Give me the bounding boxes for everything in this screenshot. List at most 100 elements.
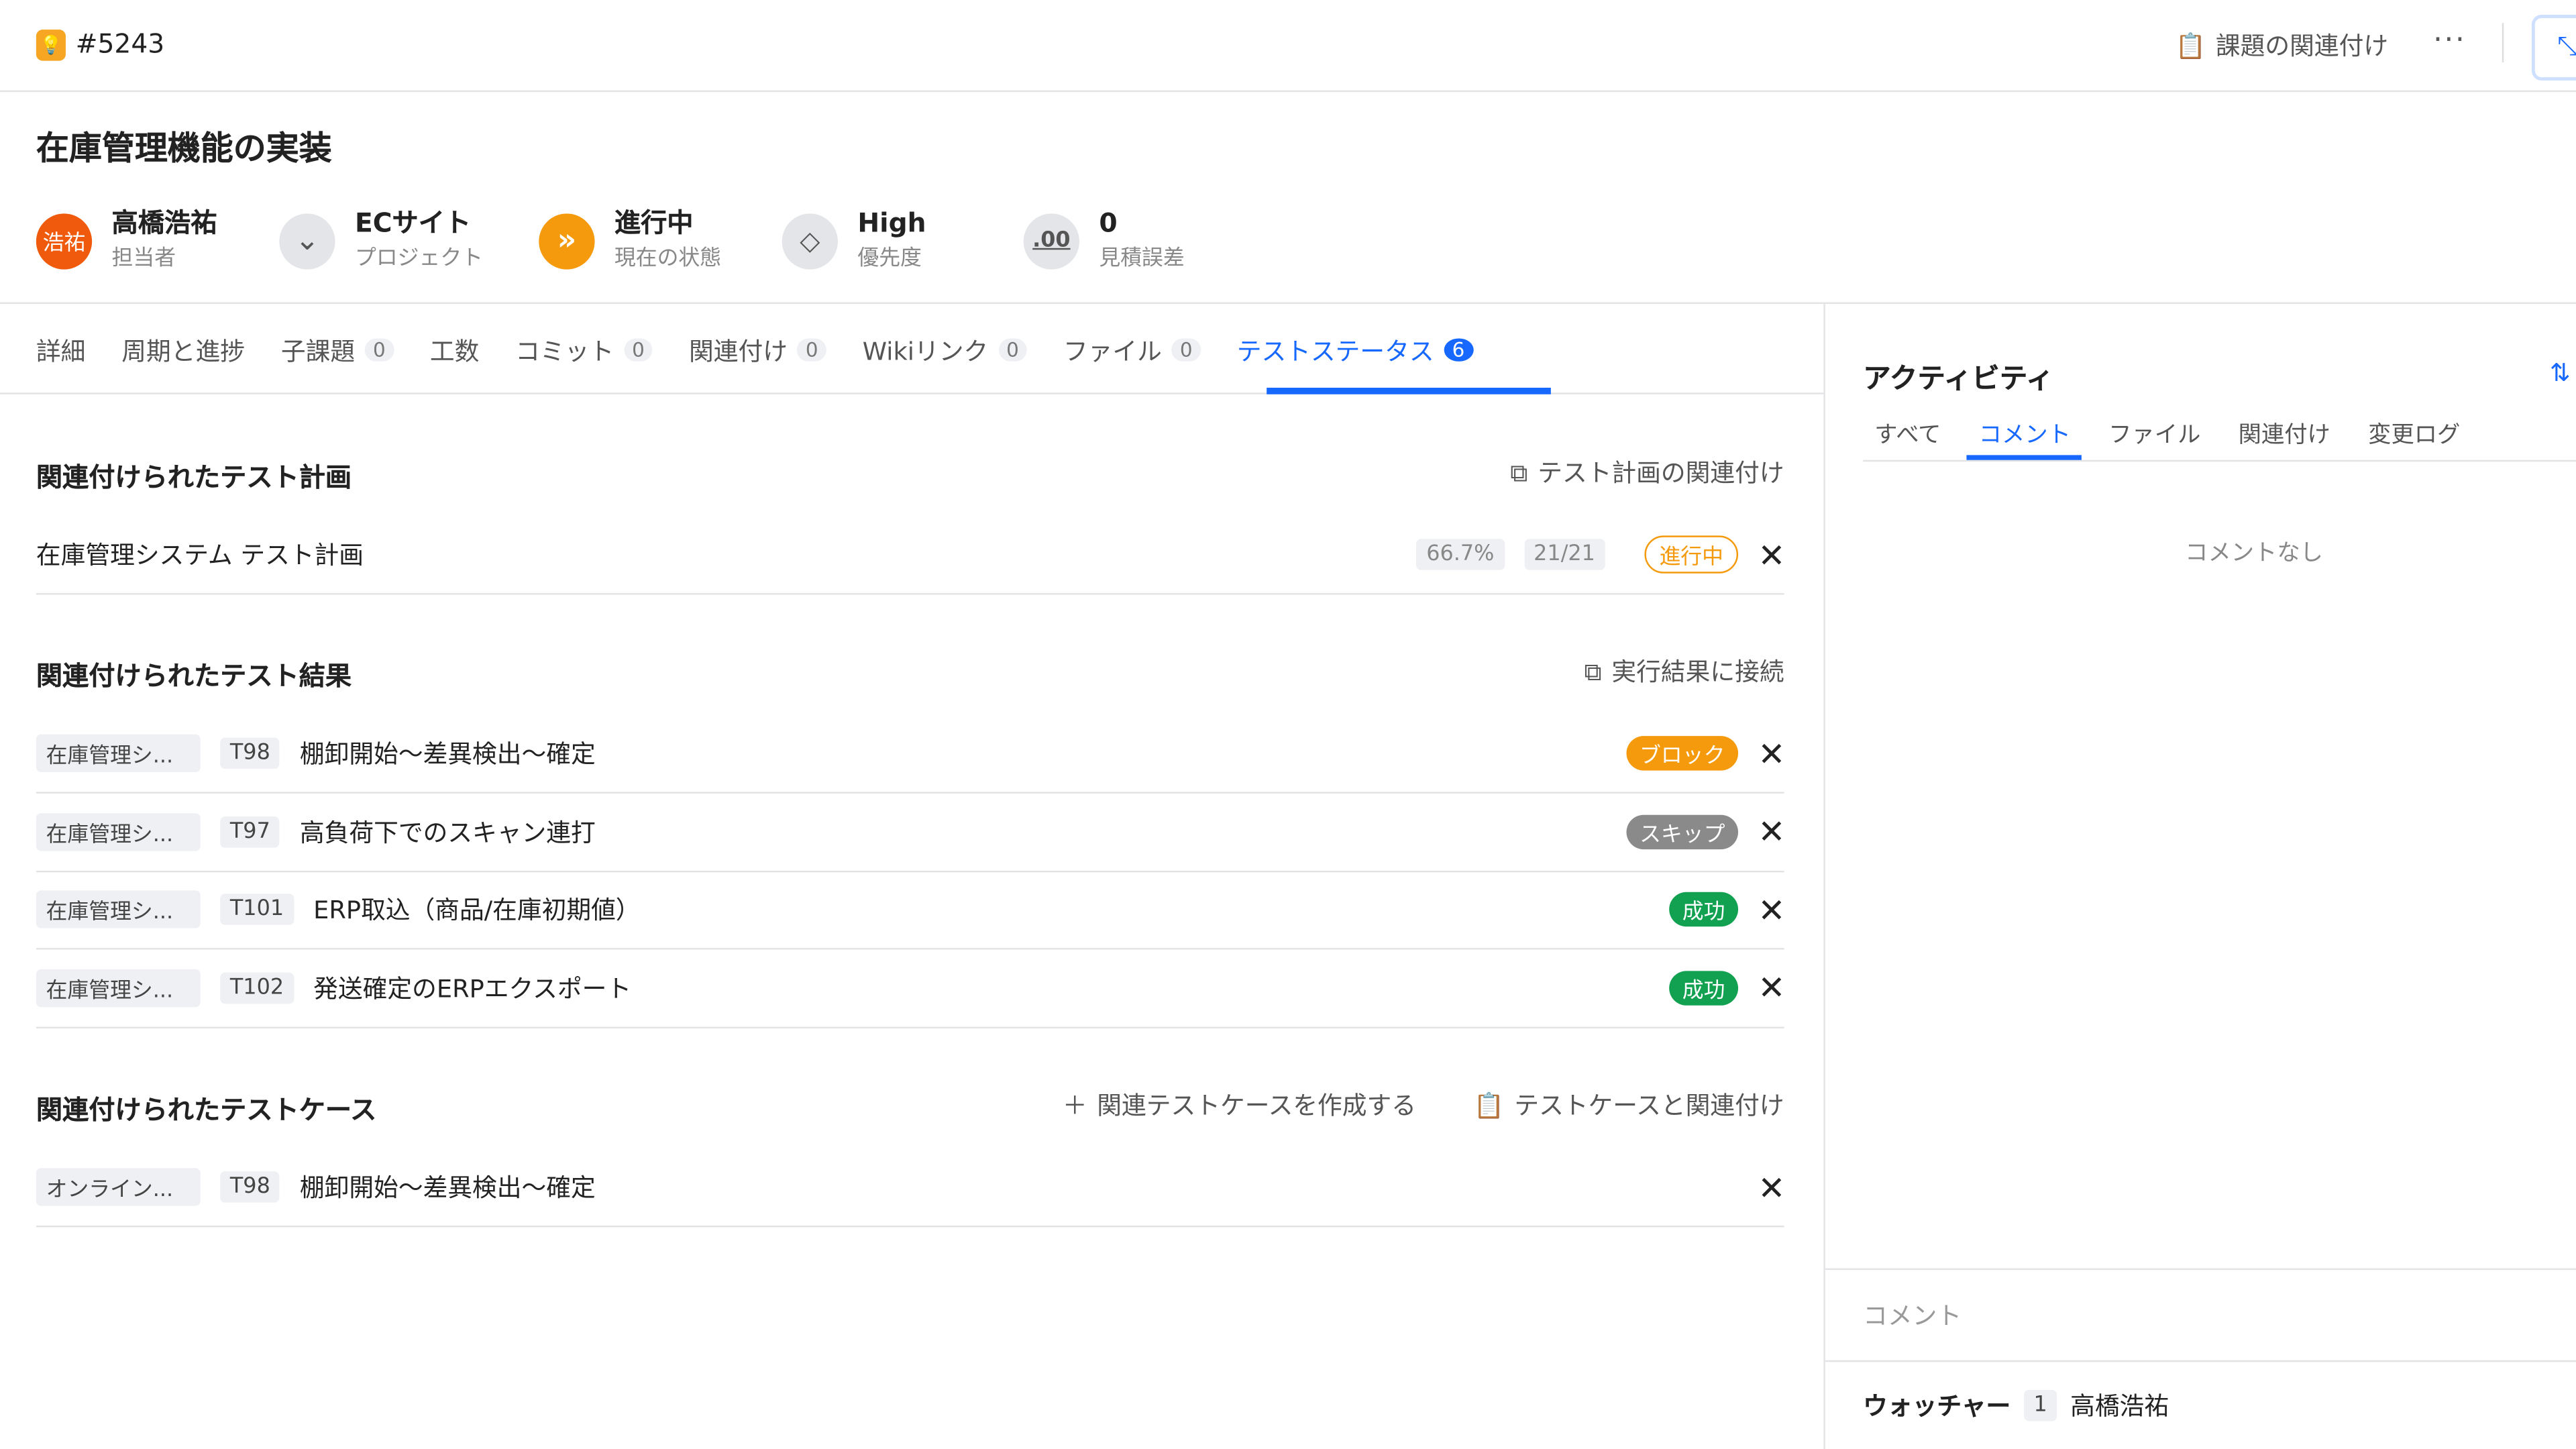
decimal-icon: .00 (1023, 213, 1079, 269)
close-icon[interactable]: ✕ (1758, 812, 1785, 851)
watchers-count: 1 (2023, 1389, 2057, 1421)
tab-label: 詳細 (36, 335, 86, 366)
close-icon[interactable]: ✕ (1758, 1167, 1785, 1207)
tab-commits[interactable]: コミット 0 (515, 329, 653, 372)
tab-test-status[interactable]: テストステータス 6 (1237, 329, 1473, 372)
watcher-name[interactable]: 高橋浩祐 (2070, 1388, 2169, 1422)
link-test-plan-label: テスト計画の関連付け (1538, 458, 1784, 488)
tab-details[interactable]: 詳細 (36, 329, 86, 372)
clipboard-link-icon: 📋 (2175, 30, 2206, 60)
create-test-case-label: 関連テストケースを作成する (1097, 1091, 1417, 1121)
tab-wiki[interactable]: Wikiリンク 0 (862, 329, 1028, 372)
avatar: 浩祐 (36, 213, 93, 269)
test-result-row[interactable]: 在庫管理シ... T102 発送確定のERPエクスポート 成功 ✕ (36, 949, 1785, 1028)
active-tab-indicator (1267, 387, 1551, 394)
tab-count: 0 (1171, 338, 1201, 362)
test-result-row[interactable]: 在庫管理シ... T97 高負荷下でのスキャン連打 スキップ ✕ (36, 793, 1785, 872)
divider (0, 302, 2576, 305)
lightbulb-icon: 💡 (36, 30, 66, 61)
priority-value: High (857, 207, 926, 239)
link-test-case-label: テストケースと関連付け (1514, 1091, 1784, 1121)
estimate-error-field[interactable]: .00 0 見積誤差 (1023, 207, 1185, 274)
clipboard-link-icon: 📋 (1473, 1089, 1505, 1120)
close-icon[interactable]: ✕ (1758, 890, 1785, 929)
connect-results-label: 実行結果に接続 (1611, 657, 1784, 687)
priority-diamond-icon: ◇ (782, 213, 838, 269)
assignee-label: 担当者 (111, 246, 176, 272)
tab-bar: 詳細 周期と進捗 子課題 0 工数 コミット 0 関連付け 0 Wikiリンク 0 ファ… (36, 329, 1509, 372)
tab-subtasks[interactable]: 子課題 0 (281, 329, 394, 372)
plan-chip: オンライン... (36, 1168, 201, 1206)
link-test-plan-button[interactable]: ⧉ テスト計画の関連付け (1510, 455, 1784, 489)
plan-chip: 在庫管理シ... (36, 890, 201, 928)
assignee-value: 高橋浩祐 (111, 207, 217, 239)
tab-count: 0 (998, 338, 1028, 362)
tab-cycle[interactable]: 周期と進捗 (121, 329, 245, 372)
double-arrow-icon: » (539, 213, 595, 269)
link-test-case-button[interactable]: 📋 テストケースと関連付け (1474, 1087, 1784, 1122)
comment-input[interactable]: コメント (1863, 1298, 1962, 1332)
estimate-error-label: 見積誤差 (1099, 246, 1185, 272)
connect-results-button[interactable]: ⧉ 実行結果に接続 (1584, 654, 1784, 688)
activity-tab-files[interactable]: ファイル (2097, 417, 2212, 460)
test-result-row[interactable]: 在庫管理シ... T98 棚卸開始～差異検出～確定 ブロック ✕ (36, 714, 1785, 794)
test-case-name: 棚卸開始～差異検出～確定 (299, 1173, 596, 1203)
chevron-circle-icon: ⌄ (279, 213, 335, 269)
link-issue-button[interactable]: 📋 課題の関連付け (2175, 28, 2388, 62)
divider (2502, 23, 2504, 63)
tab-label: コミット (515, 335, 614, 366)
tab-count: 0 (364, 338, 394, 362)
assignee-field[interactable]: 浩祐 高橋浩祐担当者 (36, 207, 217, 274)
test-results-title: 関連付けられたテスト結果 (36, 660, 352, 692)
activity-tab-all[interactable]: すべて (1863, 417, 1952, 460)
watchers-label: ウォッチャー (1863, 1391, 2011, 1421)
issue-id: #5243 (75, 28, 165, 60)
test-result-name: 高負荷下でのスキャン連打 (299, 817, 596, 847)
tab-files[interactable]: ファイル 0 (1063, 329, 1201, 372)
issue-title: 在庫管理機能の実装 (36, 128, 332, 168)
tab-label: ファイル (1063, 335, 1162, 366)
id-chip: T102 (220, 971, 294, 1004)
tab-worklog[interactable]: 工数 (430, 329, 480, 372)
project-label: プロジェクト (354, 246, 484, 272)
tab-label: 工数 (429, 335, 480, 366)
activity-tab-links[interactable]: 関連付け (2227, 417, 2342, 460)
link-icon: ⧉ (1584, 656, 1602, 686)
status-value: 進行中 (614, 207, 694, 239)
tab-count: 6 (1444, 338, 1473, 362)
status-badge: 成功 (1669, 892, 1739, 927)
status-field[interactable]: » 進行中 現在の状態 (539, 207, 721, 274)
status-badge: ブロック (1626, 736, 1739, 771)
project-value: ECサイト (354, 207, 472, 239)
tab-label: 子課題 (280, 335, 356, 366)
id-chip: T97 (220, 815, 280, 847)
create-test-case-button[interactable]: ＋ 関連テストケースを作成する (1063, 1087, 1416, 1122)
tab-count: 0 (797, 338, 826, 362)
collapse-icon[interactable]: ⤡ (2531, 15, 2576, 81)
tab-links[interactable]: 関連付け 0 (689, 329, 826, 372)
close-icon[interactable]: ✕ (1758, 733, 1785, 773)
more-button[interactable]: ··· (2433, 23, 2466, 57)
tab-label: 周期と進捗 (121, 335, 245, 366)
plan-chip: 在庫管理シ... (36, 968, 201, 1007)
priority-field[interactable]: ◇ High 優先度 (782, 207, 926, 274)
test-result-row[interactable]: 在庫管理シ... T101 ERP取込（商品/在庫初期値） 成功 ✕ (36, 871, 1785, 950)
test-plan-row[interactable]: 在庫管理システム テスト計画 66.7% 21/21 進行中 ✕ (36, 516, 1785, 595)
activity-tab-changelog[interactable]: 変更ログ (2357, 417, 2471, 460)
priority-label: 優先度 (857, 246, 922, 272)
link-icon: ⧉ (1510, 458, 1528, 488)
test-case-row[interactable]: オンライン... T98 棚卸開始～差異検出～確定 ✕ (36, 1148, 1785, 1228)
empty-comments: コメントなし (2185, 540, 2323, 567)
close-icon[interactable]: ✕ (1758, 535, 1785, 574)
plus-icon: ＋ (1062, 1091, 1087, 1121)
tab-label: Wikiリンク (862, 335, 989, 366)
close-icon[interactable]: ✕ (1758, 967, 1785, 1007)
issue-detail-page: 💡 #5243 📋 課題の関連付け ··· ⤡ 在庫管理機能の実装 浩祐 高橋浩祐… (0, 0, 2576, 1449)
test-plan-name: 在庫管理システム テスト計画 (36, 540, 364, 570)
id-chip: T98 (220, 737, 280, 769)
estimate-error-value: 0 (1099, 207, 1118, 239)
sort-icon[interactable]: ⇅ (2550, 358, 2571, 388)
activity-tab-comments[interactable]: コメント (1967, 417, 2083, 460)
id-chip: T98 (220, 1171, 280, 1203)
project-field[interactable]: ⌄ ECサイトプロジェクト (279, 207, 483, 274)
